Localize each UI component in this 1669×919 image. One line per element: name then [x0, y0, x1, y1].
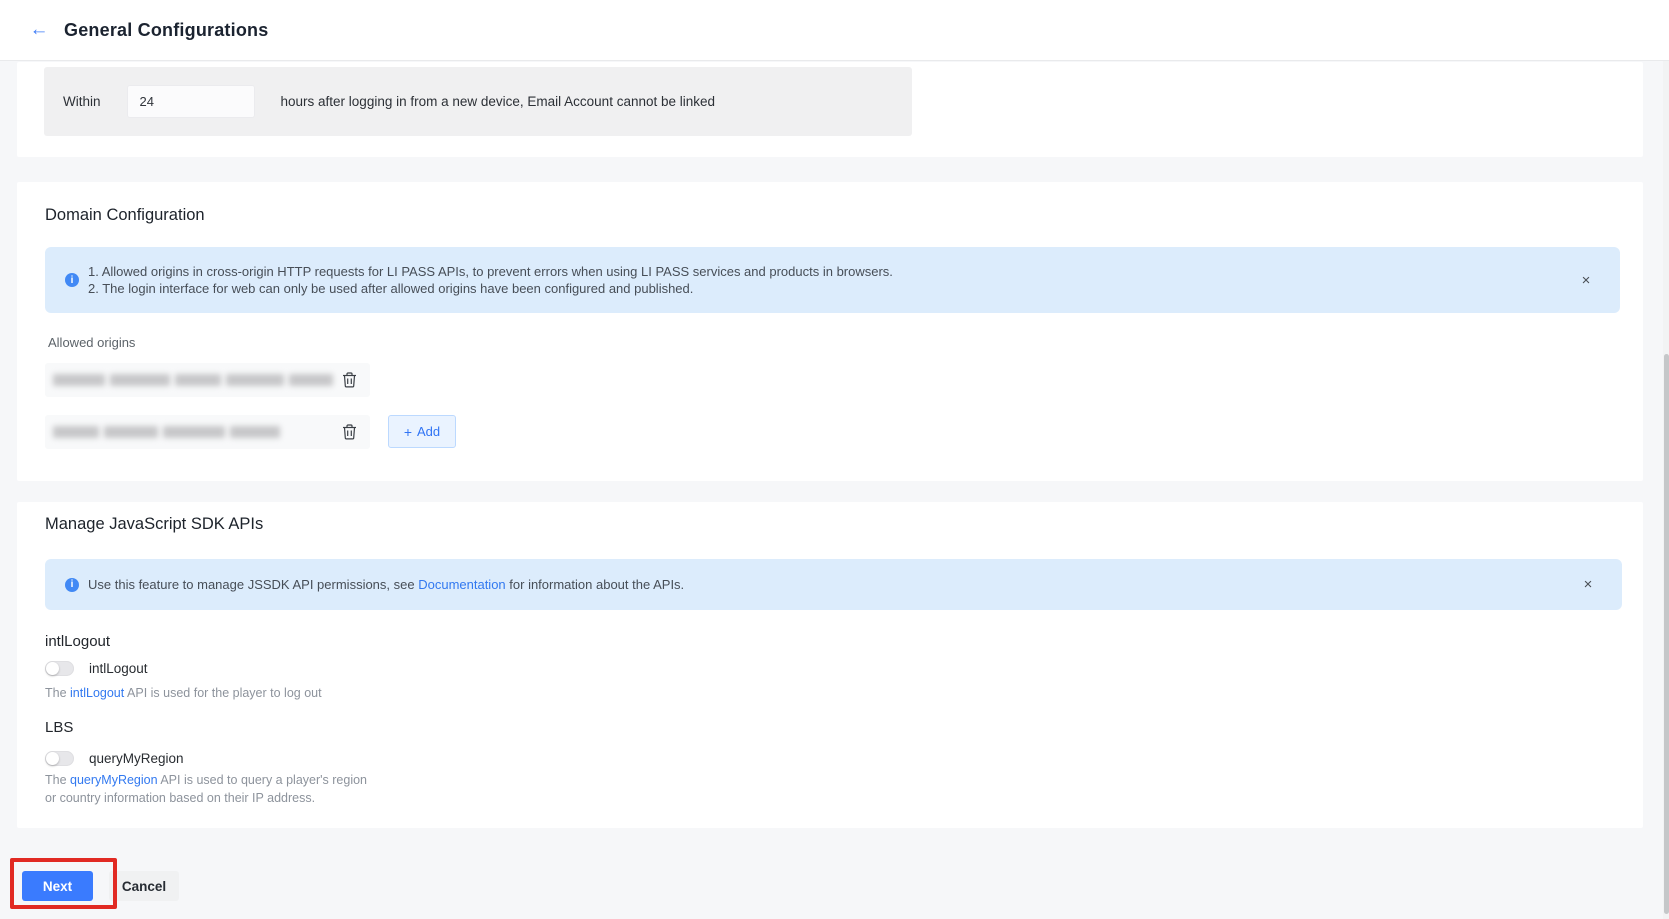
- delete-origin-button[interactable]: [338, 369, 360, 391]
- info-icon: i: [65, 273, 79, 287]
- desc-suffix: API is used for the player to log out: [124, 686, 322, 700]
- jssdk-apis-card: Manage JavaScript SDK APIs i Use this fe…: [17, 502, 1643, 828]
- delete-origin-button[interactable]: [338, 421, 360, 443]
- domain-info-banner: i 1. Allowed origins in cross-origin HTT…: [45, 247, 1620, 313]
- plus-icon: +: [403, 423, 413, 440]
- banner-text-prefix: Use this feature to manage JSSDK API per…: [88, 576, 419, 592]
- domain-info-banner-text: 1. Allowed origins in cross-origin HTTP …: [88, 263, 893, 298]
- banner-close-button[interactable]: ×: [1578, 575, 1598, 595]
- add-button-label: Add: [417, 424, 441, 439]
- domain-configuration-card: Domain Configuration i 1. Allowed origin…: [17, 182, 1643, 481]
- origin-input-row[interactable]: [45, 363, 370, 397]
- jssdk-info-banner-text: Use this feature to manage JSSDK API per…: [88, 576, 684, 594]
- scrollbar-track: [1663, 61, 1669, 919]
- intllogout-toggle-label: intlLogout: [89, 661, 148, 676]
- jssdk-info-banner: i Use this feature to manage JSSDK API p…: [45, 559, 1622, 610]
- hours-input[interactable]: [126, 85, 255, 118]
- intllogout-api-link[interactable]: intlLogout: [70, 686, 124, 700]
- allowed-origins-label: Allowed origins: [48, 335, 136, 350]
- banner-close-button[interactable]: ×: [1576, 270, 1596, 290]
- api-group-title-lbs: LBS: [45, 719, 74, 736]
- desc-prefix: The: [45, 686, 71, 700]
- hours-suffix-label: hours after logging in from a new device…: [280, 94, 716, 109]
- cancel-button[interactable]: Cancel: [109, 871, 179, 901]
- close-icon: ×: [1581, 271, 1591, 289]
- toggle-knob: [46, 662, 59, 675]
- domain-configuration-title: Domain Configuration: [45, 206, 205, 224]
- scrollbar-thumb[interactable]: [1664, 354, 1669, 914]
- back-button[interactable]: ←: [27, 18, 51, 42]
- add-origin-button[interactable]: + Add: [388, 415, 456, 448]
- trash-icon: [342, 424, 356, 440]
- app-header: ← General Configurations: [0, 0, 1669, 61]
- within-label: Within: [63, 94, 101, 109]
- querymyregion-toggle-row: queryMyRegion: [45, 751, 184, 766]
- banner-text-suffix: for information about the APIs.: [505, 576, 685, 592]
- intllogout-toggle[interactable]: [45, 661, 74, 676]
- redacted-origin-value: [53, 374, 333, 386]
- jssdk-title: Manage JavaScript SDK APIs: [45, 515, 264, 533]
- intllogout-toggle-row: intlLogout: [45, 661, 148, 676]
- api-group-title-intllogout: intlLogout: [45, 633, 111, 650]
- documentation-link[interactable]: Documentation: [418, 577, 505, 592]
- desc-prefix: The: [45, 773, 71, 787]
- redacted-origin-value: [53, 426, 280, 438]
- origin-input-row[interactable]: [45, 415, 370, 449]
- toggle-knob: [46, 752, 59, 765]
- intllogout-description: The intlLogout API is used for the playe…: [45, 684, 322, 702]
- page-title: General Configurations: [64, 19, 269, 40]
- info-icon: i: [65, 577, 79, 592]
- querymyregion-description: The queryMyRegion API is used to query a…: [45, 771, 377, 807]
- querymyregion-api-link[interactable]: queryMyRegion: [70, 773, 158, 787]
- banner-line-2: 2. The login interface for web can only …: [88, 281, 694, 296]
- next-button[interactable]: Next: [22, 871, 93, 901]
- arrow-left-icon: ←: [29, 19, 49, 40]
- querymyregion-toggle[interactable]: [45, 751, 74, 766]
- querymyregion-toggle-label: queryMyRegion: [89, 751, 184, 766]
- banner-line-1: 1. Allowed origins in cross-origin HTTP …: [88, 263, 893, 279]
- email-linking-card: Within hours after logging in from a new…: [17, 62, 1643, 157]
- email-linking-rule-panel: Within hours after logging in from a new…: [44, 67, 912, 136]
- close-icon: ×: [1583, 576, 1593, 593]
- trash-icon: [342, 372, 356, 388]
